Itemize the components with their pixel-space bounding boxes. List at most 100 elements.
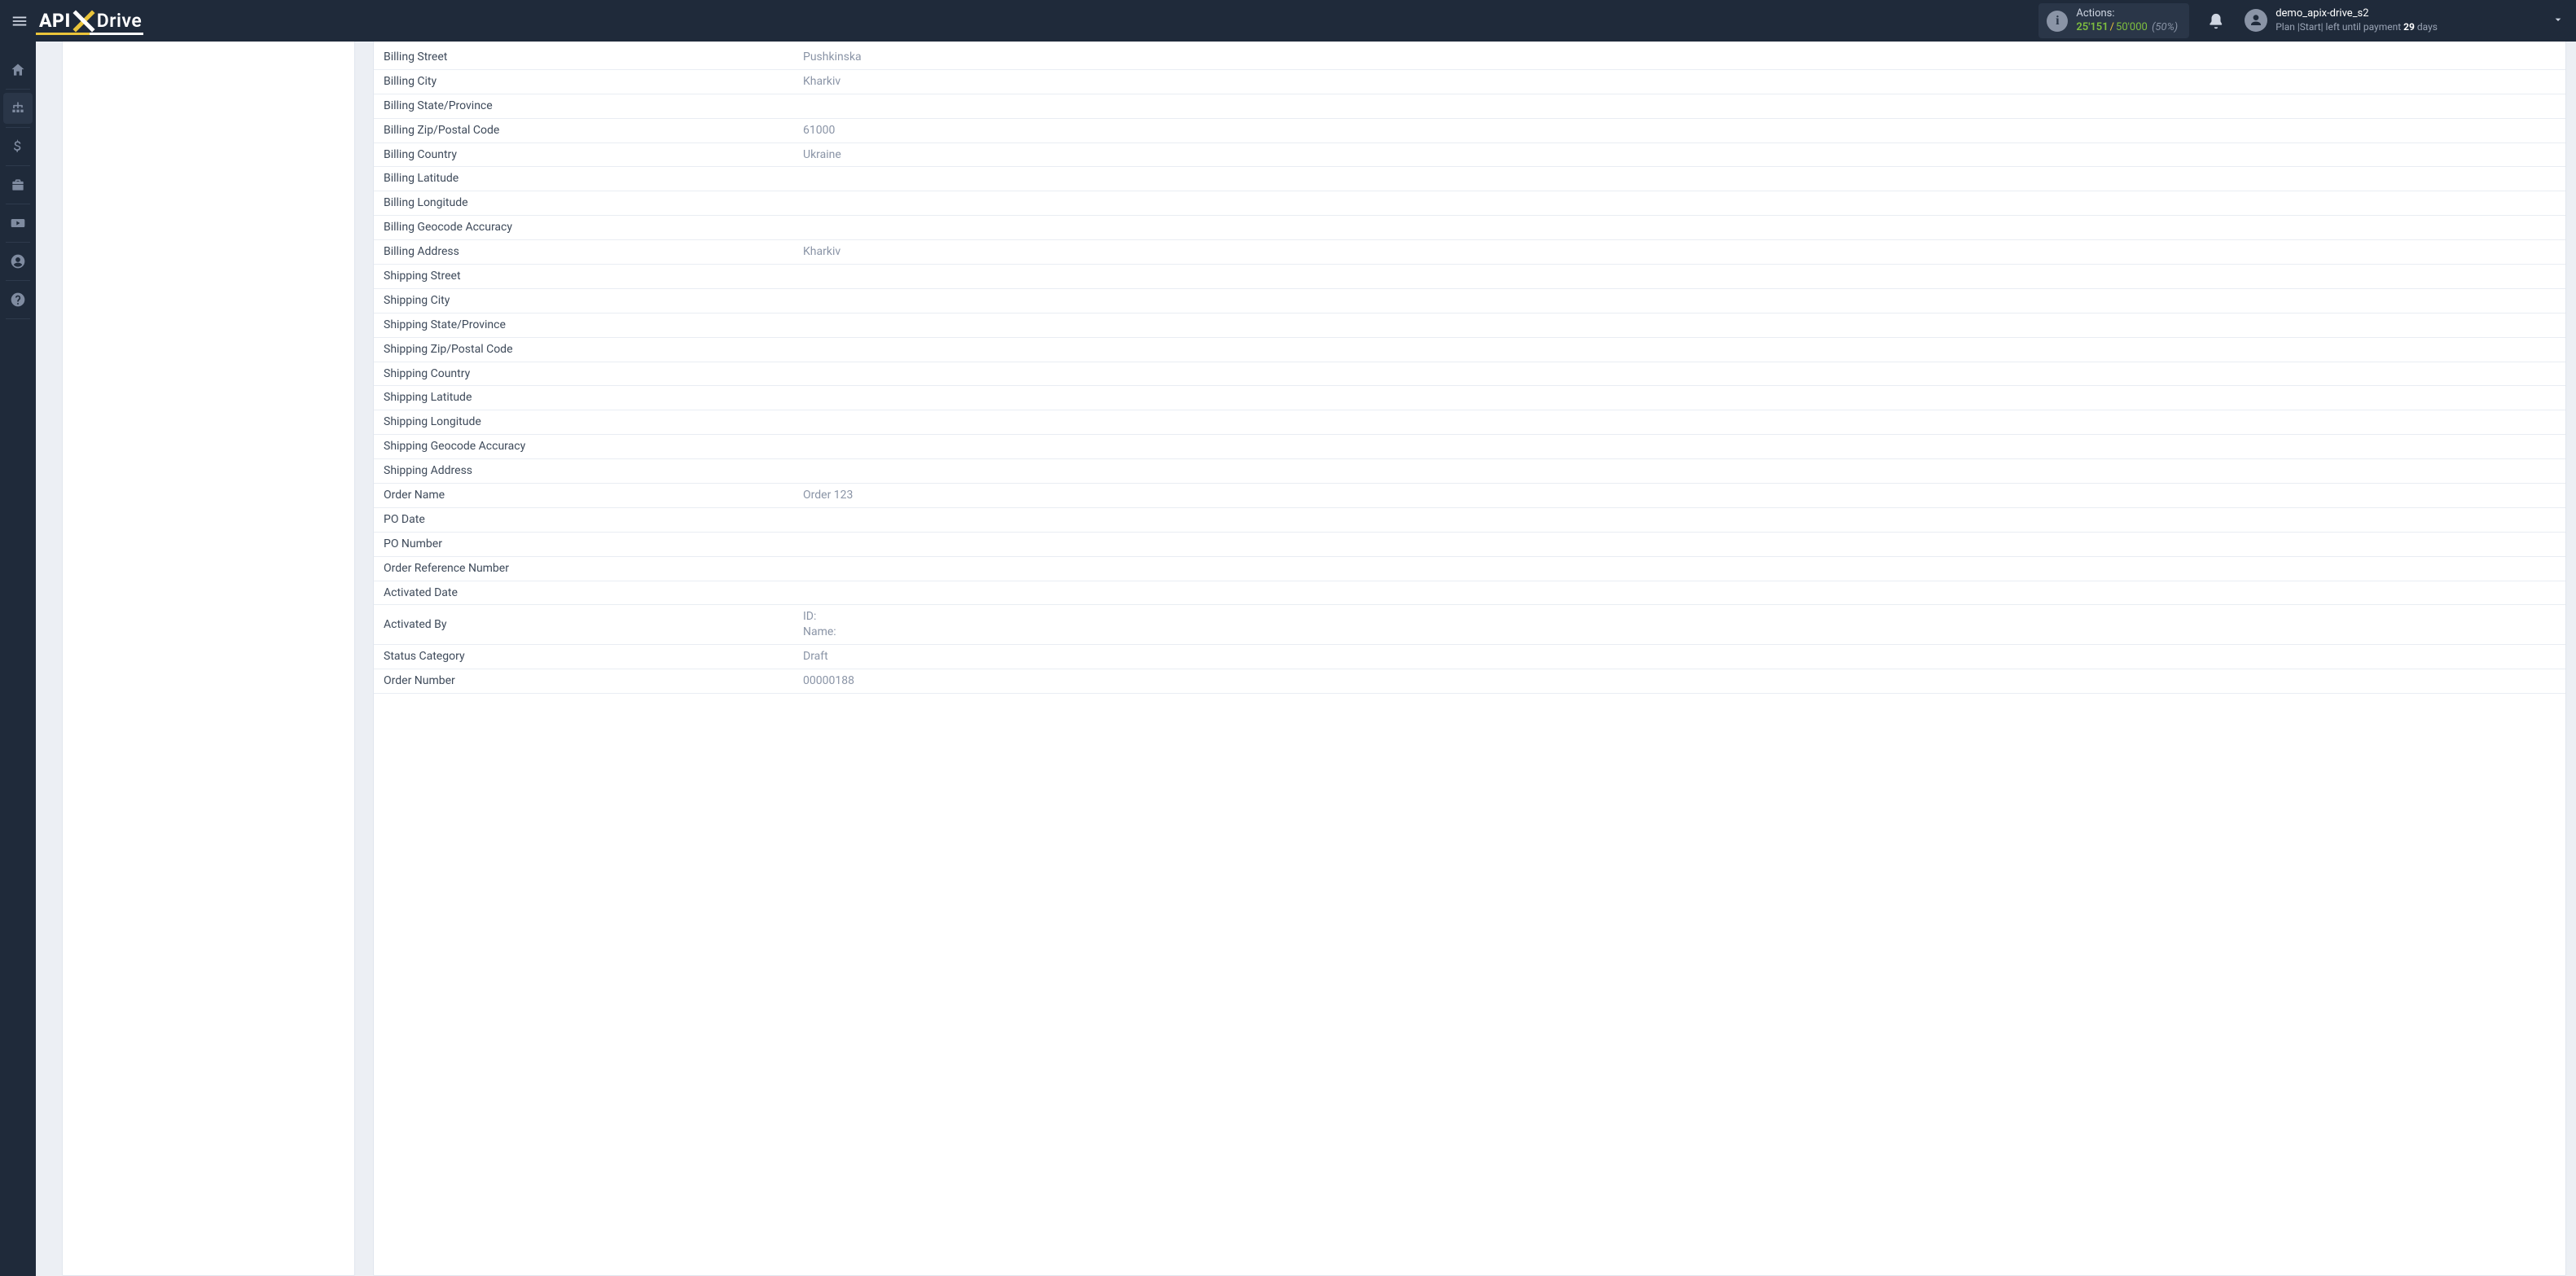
field-label: Billing Zip/Postal Code <box>374 118 793 143</box>
field-label: Order Name <box>374 484 793 508</box>
logo-drive: Drive <box>97 10 143 32</box>
field-value <box>793 265 2565 289</box>
chevron-down-icon <box>2552 13 2565 26</box>
field-label: Billing Street <box>374 46 793 69</box>
user-plan: Plan |Start| left until payment 29 days <box>2275 21 2438 34</box>
field-value: Pushkinska <box>793 46 2565 69</box>
sidebar-item-account[interactable] <box>0 244 36 278</box>
actions-label: Actions: <box>2076 7 2178 21</box>
info-icon: i <box>2047 11 2068 32</box>
field-value: 00000188 <box>793 669 2565 694</box>
field-value <box>793 94 2565 118</box>
field-value: Order 123 <box>793 484 2565 508</box>
field-value <box>793 362 2565 386</box>
user-menu-caret[interactable] <box>2552 13 2565 29</box>
sidebar-item-home[interactable] <box>0 53 36 87</box>
field-value: ID: Name: <box>793 605 2565 645</box>
field-value <box>793 216 2565 240</box>
table-row: Billing Latitude <box>374 167 2565 191</box>
field-value <box>793 410 2565 435</box>
logo-x-icon <box>72 9 96 33</box>
actions-counter[interactable]: i Actions: 25'151/50'000 (50%) <box>2038 3 2189 39</box>
sidebar-item-help[interactable] <box>0 283 36 317</box>
notifications-button[interactable] <box>2207 12 2225 30</box>
menu-toggle[interactable] <box>8 10 31 33</box>
main-content: Billing StreetPushkinskaBilling CityKhar… <box>36 42 2576 1276</box>
field-value <box>793 532 2565 556</box>
field-label: Shipping Street <box>374 265 793 289</box>
field-value <box>793 556 2565 581</box>
table-row: Billing AddressKharkiv <box>374 240 2565 265</box>
field-value: Kharkiv <box>793 69 2565 94</box>
field-label: Billing Address <box>374 240 793 265</box>
table-row: Shipping Address <box>374 459 2565 484</box>
field-label: Shipping City <box>374 288 793 313</box>
table-row: Shipping Geocode Accuracy <box>374 435 2565 459</box>
field-label: Billing Latitude <box>374 167 793 191</box>
table-row: Shipping Zip/Postal Code <box>374 337 2565 362</box>
field-label: Shipping Geocode Accuracy <box>374 435 793 459</box>
details-panel: Billing StreetPushkinskaBilling CityKhar… <box>373 42 2566 1276</box>
left-panel <box>62 42 355 1276</box>
field-label: Activated Date <box>374 581 793 605</box>
field-label: Billing City <box>374 69 793 94</box>
youtube-icon <box>10 215 26 231</box>
bell-icon <box>2207 12 2225 30</box>
field-label: Shipping Zip/Postal Code <box>374 337 793 362</box>
field-label: Shipping Address <box>374 459 793 484</box>
field-value <box>793 337 2565 362</box>
field-label: Shipping Country <box>374 362 793 386</box>
table-row: Shipping Latitude <box>374 386 2565 410</box>
sidebar-item-video[interactable] <box>0 206 36 240</box>
field-label: Billing Longitude <box>374 191 793 216</box>
field-value: Draft <box>793 645 2565 669</box>
field-label: Status Category <box>374 645 793 669</box>
user-menu[interactable]: demo_apix-drive_s2 Plan |Start| left unt… <box>2245 7 2438 33</box>
field-value <box>793 288 2565 313</box>
table-row: Order Number00000188 <box>374 669 2565 694</box>
user-circle-icon <box>10 253 26 270</box>
details-table: Billing StreetPushkinskaBilling CityKhar… <box>374 46 2565 694</box>
table-row: Billing Zip/Postal Code61000 <box>374 118 2565 143</box>
dollar-icon <box>10 138 26 155</box>
sidebar-item-billing[interactable] <box>0 129 36 164</box>
table-row: Shipping Country <box>374 362 2565 386</box>
table-row: Billing StreetPushkinska <box>374 46 2565 69</box>
home-icon <box>10 62 26 78</box>
hamburger-icon <box>11 12 29 30</box>
app-header: API Drive i Actions: 25'151/50'000 (50%) <box>0 0 2576 42</box>
field-value <box>793 507 2565 532</box>
field-label: PO Number <box>374 532 793 556</box>
table-row: Shipping City <box>374 288 2565 313</box>
table-row: Shipping Longitude <box>374 410 2565 435</box>
table-row: Order Reference Number <box>374 556 2565 581</box>
table-row: Billing State/Province <box>374 94 2565 118</box>
field-value <box>793 167 2565 191</box>
table-row: Activated Date <box>374 581 2565 605</box>
field-label: Order Number <box>374 669 793 694</box>
sidebar-item-connections[interactable] <box>0 91 36 125</box>
app-logo[interactable]: API Drive <box>39 9 142 33</box>
field-value: 61000 <box>793 118 2565 143</box>
field-label: Billing Country <box>374 143 793 167</box>
sidebar-item-briefcase[interactable] <box>0 168 36 202</box>
field-value <box>793 386 2565 410</box>
table-row: Billing Geocode Accuracy <box>374 216 2565 240</box>
field-value <box>793 581 2565 605</box>
table-row: Shipping Street <box>374 265 2565 289</box>
field-value <box>793 313 2565 337</box>
table-row: Billing Longitude <box>374 191 2565 216</box>
table-row: Status CategoryDraft <box>374 645 2565 669</box>
table-row: Shipping State/Province <box>374 313 2565 337</box>
logo-api: API <box>39 10 71 32</box>
field-value <box>793 435 2565 459</box>
table-row: Billing CityKharkiv <box>374 69 2565 94</box>
sidebar <box>0 42 36 1276</box>
field-label: Order Reference Number <box>374 556 793 581</box>
table-row: Activated ByID: Name: <box>374 605 2565 645</box>
help-icon <box>10 292 26 308</box>
field-value <box>793 191 2565 216</box>
table-row: PO Date <box>374 507 2565 532</box>
table-row: Billing CountryUkraine <box>374 143 2565 167</box>
field-label: Billing Geocode Accuracy <box>374 216 793 240</box>
